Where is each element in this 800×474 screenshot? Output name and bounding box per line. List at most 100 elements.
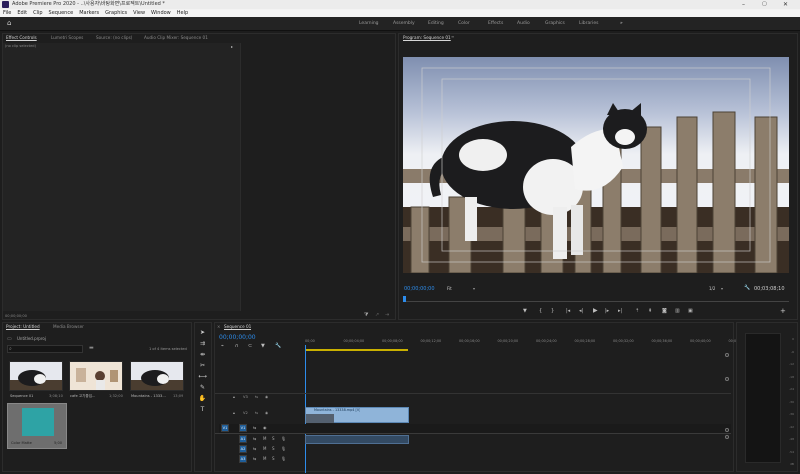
eye-icon[interactable]: ◉	[265, 395, 268, 399]
scroll-handle-a[interactable]	[725, 428, 729, 432]
snap-icon[interactable]: ∩	[235, 343, 239, 349]
workspace-tab-assembly[interactable]: Assembly	[393, 17, 415, 31]
lock-icon[interactable]: 🔒︎	[233, 411, 235, 415]
track-select-icon[interactable]: ⇉	[198, 339, 207, 348]
filter-icon[interactable]: ⧩	[364, 312, 368, 318]
minimize-button[interactable]: –	[742, 0, 745, 9]
sync-lock-icon[interactable]: ⇆	[255, 411, 258, 415]
project-item-thumb[interactable]	[9, 361, 63, 391]
home-icon[interactable]: ⌂	[7, 20, 11, 27]
mute-button[interactable]: M	[263, 456, 266, 461]
tab-media-browser[interactable]: Media Browser	[53, 323, 84, 331]
mic-icon[interactable]: 🎙︎	[281, 446, 286, 451]
safe-margins-icon[interactable]: ▣	[688, 308, 693, 314]
menu-item-view[interactable]: View	[133, 10, 145, 16]
add-marker-icon[interactable]: ▼	[261, 343, 265, 349]
scroll-handle-mid[interactable]	[725, 377, 729, 381]
menu-item-file[interactable]: File	[3, 10, 11, 16]
mic-icon[interactable]: 🎙︎	[281, 456, 286, 461]
extract-icon[interactable]: ⇞	[648, 308, 652, 314]
workspace-tab-audio[interactable]: Audio	[517, 17, 530, 31]
mute-button[interactable]: M	[263, 446, 266, 451]
playhead-marker[interactable]	[403, 296, 406, 302]
add-marker-icon[interactable]: ▼	[523, 308, 527, 314]
tab-effect-controls[interactable]: Effect Controls	[6, 34, 37, 42]
step-forward-icon[interactable]: |▸	[605, 308, 609, 314]
expand-arrow-icon[interactable]: ▸	[231, 44, 233, 49]
tab-lumetri-scopes[interactable]: Lumetri Scopes	[51, 34, 83, 42]
tab-program[interactable]: Program: Sequence 01	[403, 34, 451, 42]
sync-lock-icon[interactable]: ⇆	[253, 436, 256, 441]
selection-tool-icon[interactable]: ➤	[198, 328, 207, 337]
timeline-clip-audio[interactable]	[305, 435, 409, 444]
button-editor-plus-icon[interactable]: +	[780, 307, 786, 315]
close-tab-icon[interactable]: ×	[217, 324, 220, 329]
workspace-tab-graphics[interactable]: Graphics	[545, 17, 565, 31]
solo-button[interactable]: S	[272, 456, 275, 461]
linked-selection-icon[interactable]: ⊂	[248, 343, 252, 349]
mark-in-icon[interactable]: {	[539, 308, 542, 314]
project-item-thumb[interactable]	[69, 361, 123, 391]
step-back-icon[interactable]: ◂|	[579, 308, 583, 314]
razor-tool-icon[interactable]: ✂	[198, 361, 207, 370]
workspace-tab-color[interactable]: Color	[458, 17, 470, 31]
program-video-frame[interactable]	[403, 57, 789, 273]
menu-item-graphics[interactable]: Graphics	[105, 10, 127, 16]
close-button[interactable]: ✕	[783, 0, 788, 9]
lift-icon[interactable]: ⇡	[635, 308, 639, 314]
hand-tool-icon[interactable]: ✋	[198, 394, 207, 403]
sync-lock-icon[interactable]: ⇆	[253, 446, 256, 451]
menu-item-markers[interactable]: Markers	[79, 10, 99, 16]
menu-item-help[interactable]: Help	[177, 10, 188, 16]
timeline-timecode[interactable]: 00;00;00;00	[219, 334, 256, 341]
project-item-selected[interactable]: Color Matte 5;00	[7, 403, 67, 449]
workspace-tab-effects[interactable]: Effects	[488, 17, 503, 31]
track-target-v1[interactable]: V1	[239, 424, 247, 432]
ripple-edit-icon[interactable]: ⇹	[198, 350, 207, 359]
sync-lock-icon[interactable]: ⇆	[253, 425, 256, 430]
source-patch-v1[interactable]: V1	[221, 424, 229, 432]
menu-item-edit[interactable]: Edit	[17, 10, 27, 16]
maximize-button[interactable]: ▢	[762, 0, 767, 9]
timeline-ruler[interactable]: 00;00 00;00;04;00 00;00;08;00 00;00;12;00 00…	[305, 339, 749, 349]
mic-icon[interactable]: 🎙︎	[281, 436, 286, 441]
export-frame-icon[interactable]: ↗	[375, 312, 379, 318]
tab-source[interactable]: Source: (no clips)	[96, 34, 132, 42]
menu-item-sequence[interactable]: Sequence	[49, 10, 74, 16]
track-target-a2[interactable]: A2	[239, 445, 247, 453]
sync-lock-icon[interactable]: ⇆	[255, 395, 258, 399]
timeline-settings-icon[interactable]: 🔧	[275, 343, 281, 349]
panel-menu-icon[interactable]: ≡	[451, 34, 454, 39]
play-button[interactable]: ▶	[593, 308, 598, 314]
quality-select[interactable]: 1/2	[709, 286, 715, 291]
fit-dropdown-icon[interactable]: ▾	[473, 286, 475, 291]
track-target-a3[interactable]: A3	[239, 455, 247, 463]
type-tool-icon[interactable]: T	[198, 405, 207, 414]
quality-dropdown-icon[interactable]: ▾	[721, 286, 723, 291]
workspace-tab-libraries[interactable]: Libraries	[579, 17, 598, 31]
more-workspaces-icon[interactable]: »	[620, 17, 623, 31]
go-to-out-icon[interactable]: ▸|	[618, 308, 622, 314]
menu-item-window[interactable]: Window	[151, 10, 171, 16]
eye-icon[interactable]: ◉	[263, 425, 267, 430]
pen-tool-icon[interactable]: ✎	[198, 383, 207, 392]
tab-sequence[interactable]: Sequence 01	[224, 323, 251, 331]
mark-out-icon[interactable]: }	[551, 308, 554, 314]
workspace-tab-learning[interactable]: Learning	[359, 17, 379, 31]
timeline-clip-video[interactable]: Mountains - 13338.mp4 [V]	[305, 407, 409, 423]
wrench-icon[interactable]: 🔧	[744, 285, 750, 291]
go-to-in-icon[interactable]: |◂	[566, 308, 570, 314]
solo-button[interactable]: S	[272, 446, 275, 451]
program-mini-timeline[interactable]	[403, 296, 789, 302]
nest-icon[interactable]: ⌁	[221, 343, 224, 349]
tab-audio-clip-mixer[interactable]: Audio Clip Mixer: Sequence 01	[144, 34, 208, 42]
track-target-a1[interactable]: A1	[239, 435, 247, 443]
project-item-thumb[interactable]	[130, 361, 184, 391]
workspace-tab-editing[interactable]: Editing	[428, 17, 444, 31]
mute-button[interactable]: M	[263, 436, 266, 441]
eye-icon[interactable]: ◉	[265, 411, 268, 415]
lock-icon[interactable]: 🔒︎	[233, 395, 235, 399]
work-area-bar[interactable]	[305, 349, 408, 351]
project-search-input[interactable]: ⌕	[7, 345, 83, 353]
scroll-handle-top[interactable]	[725, 353, 729, 357]
